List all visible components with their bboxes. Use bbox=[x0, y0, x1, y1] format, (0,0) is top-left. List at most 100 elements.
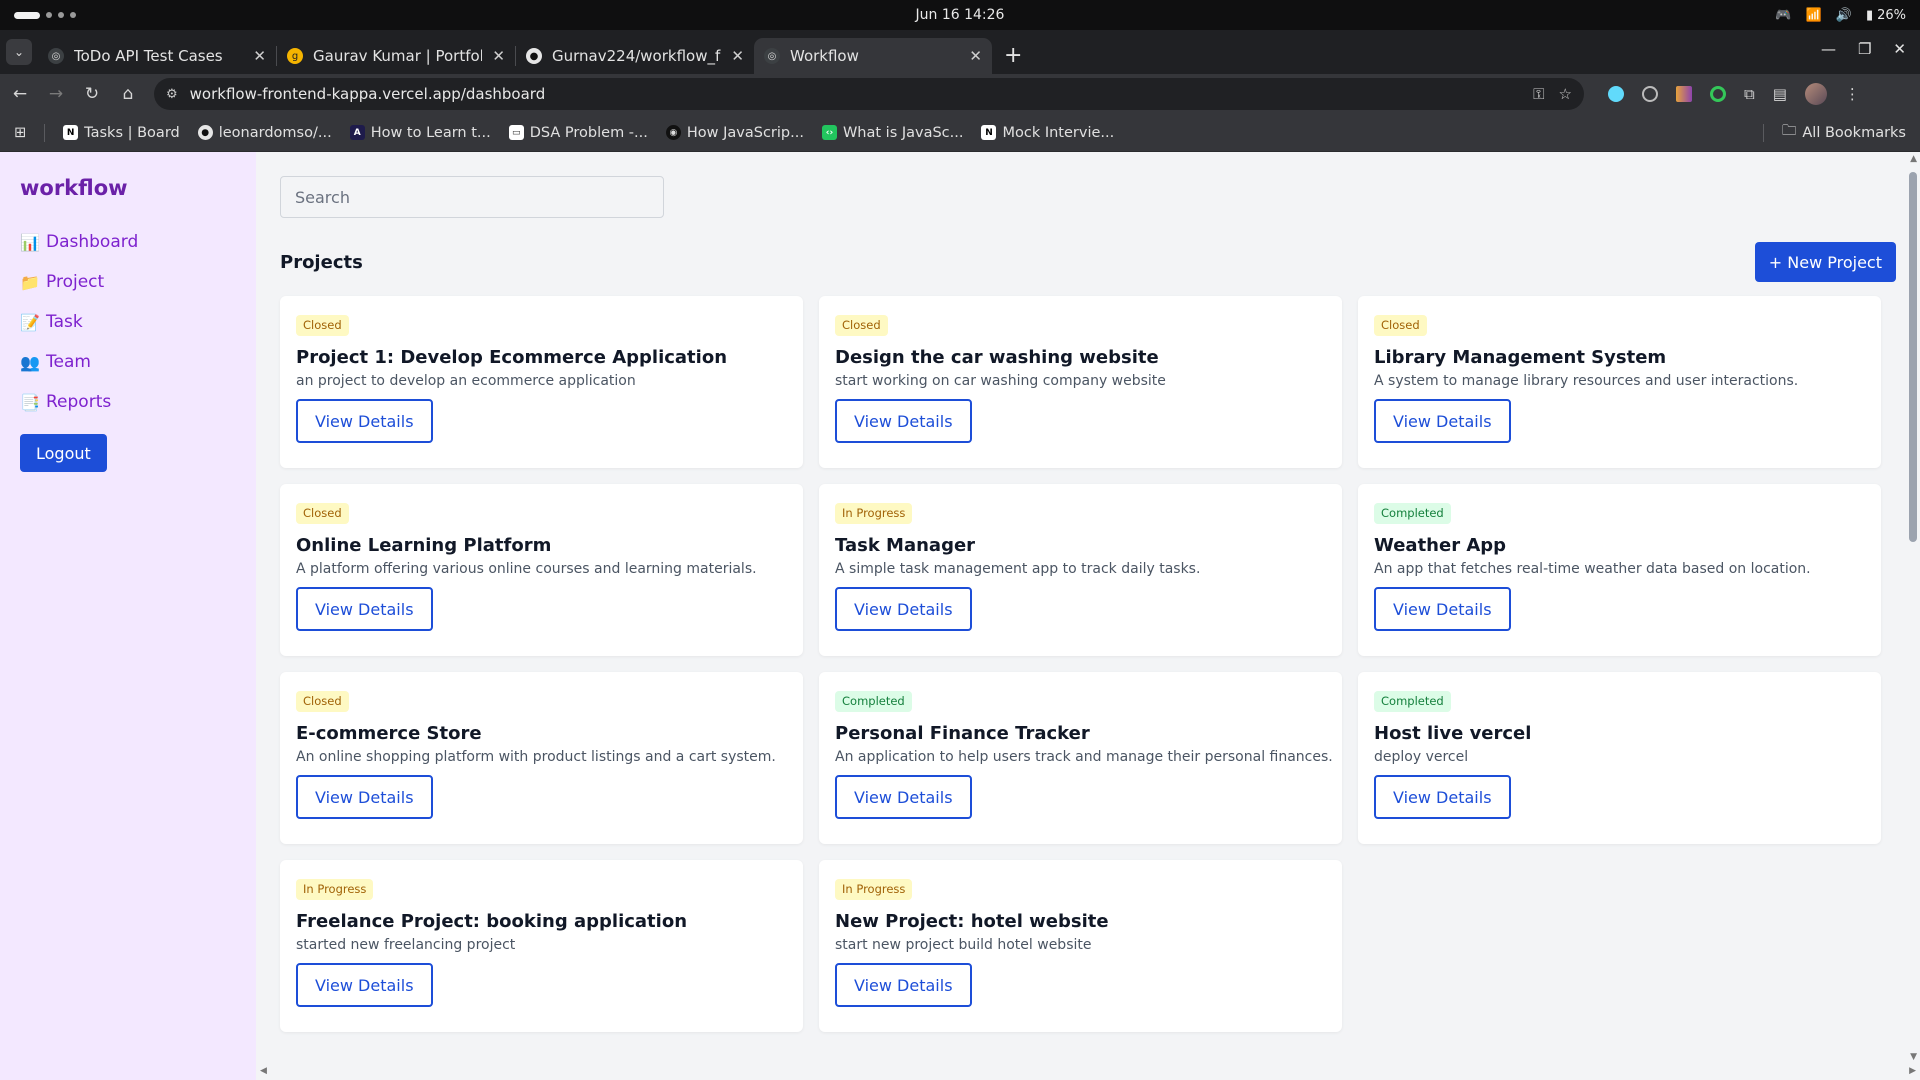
brand-logo[interactable]: workflow bbox=[20, 176, 236, 200]
logout-button[interactable]: Logout bbox=[20, 434, 107, 472]
forward-arrow-icon[interactable]: → bbox=[46, 84, 66, 104]
view-details-button[interactable]: View Details bbox=[296, 775, 433, 819]
bookmark-item[interactable]: ● leonardomso/... bbox=[197, 125, 332, 141]
tab-search-button[interactable]: ⌄ bbox=[6, 39, 32, 65]
side-panel-icon[interactable]: ▤ bbox=[1773, 85, 1787, 103]
scroll-up-icon[interactable]: ▲ bbox=[1910, 154, 1917, 164]
view-details-button[interactable]: View Details bbox=[296, 399, 433, 443]
view-details-button[interactable]: View Details bbox=[835, 775, 972, 819]
sidebar-item-team[interactable]: 👥 Team bbox=[20, 342, 236, 382]
scrollbar-thumb[interactable] bbox=[1909, 172, 1917, 542]
discord-icon[interactable]: 🎮 bbox=[1775, 8, 1791, 23]
browser-tab[interactable]: ◎ ToDo API Test Cases ✕ bbox=[38, 38, 276, 74]
extension-color-icon[interactable] bbox=[1676, 86, 1692, 102]
profile-avatar[interactable] bbox=[1804, 83, 1827, 105]
scroll-right-icon[interactable]: ▶ bbox=[1909, 1066, 1916, 1076]
tab-title: Gurnav224/workflow_fro bbox=[552, 47, 722, 65]
close-icon[interactable]: ✕ bbox=[731, 47, 744, 65]
bookmark-divider bbox=[1762, 123, 1764, 142]
volume-icon[interactable]: 🔊 bbox=[1836, 8, 1852, 23]
extension-circle-icon[interactable] bbox=[1642, 86, 1658, 102]
scroll-down-icon[interactable]: ▼ bbox=[1910, 1052, 1917, 1062]
people-icon: 👥 bbox=[20, 352, 40, 372]
sidebar: workflow 📊 Dashboard 📁 Project 📝 Task 👥 Team… bbox=[0, 152, 256, 1080]
project-description: started new freelancing project bbox=[296, 937, 516, 953]
view-details-button[interactable]: View Details bbox=[296, 963, 433, 1007]
workspace-indicator[interactable] bbox=[14, 11, 76, 19]
project-title: Personal Finance Tracker bbox=[835, 723, 1090, 744]
project-card: Closed Library Management System A system … bbox=[1358, 296, 1881, 468]
view-details-button[interactable]: View Details bbox=[835, 399, 972, 443]
project-card: Completed Personal Finance Tracker An appl… bbox=[819, 672, 1342, 844]
sidebar-item-reports[interactable]: 📑 Reports bbox=[20, 382, 236, 422]
puzzle-icon[interactable]: ⧉ bbox=[1744, 85, 1755, 103]
view-details-button[interactable]: View Details bbox=[1374, 775, 1511, 819]
close-icon[interactable]: ✕ bbox=[492, 47, 505, 65]
close-icon[interactable]: ✕ bbox=[253, 47, 266, 65]
plus-icon: + bbox=[1004, 43, 1023, 68]
vertical-scrollbar[interactable]: ▲ ▼ bbox=[1904, 152, 1920, 1064]
close-icon[interactable]: ✕ bbox=[969, 47, 982, 65]
project-title: Online Learning Platform bbox=[296, 535, 552, 556]
key-icon[interactable]: ⚿ bbox=[1533, 85, 1544, 103]
bookmark-label: DSA Problem -... bbox=[529, 124, 648, 141]
bookmark-item[interactable]: ◉ How JavaScrip... bbox=[665, 125, 804, 141]
wifi-icon[interactable]: 📶 bbox=[1806, 8, 1822, 23]
project-title: Host live vercel bbox=[1374, 723, 1532, 744]
back-arrow-icon[interactable]: ← bbox=[10, 84, 30, 104]
url-text[interactable]: workflow-frontend-kappa.vercel.app/dashb… bbox=[190, 85, 1521, 103]
site-settings-icon[interactable]: ⚙ bbox=[166, 87, 178, 102]
sidebar-item-dashboard[interactable]: 📊 Dashboard bbox=[20, 222, 236, 262]
project-description: A simple task management app to track da… bbox=[835, 561, 1201, 577]
battery-indicator[interactable]: ▮ 26% bbox=[1866, 8, 1906, 23]
bookmark-item[interactable]: ‹› What is JavaSc... bbox=[821, 125, 963, 141]
bookmark-item[interactable]: N Mock Intervie... bbox=[981, 125, 1114, 141]
project-title: Task Manager bbox=[835, 535, 976, 556]
view-details-button[interactable]: View Details bbox=[296, 587, 433, 631]
new-project-button[interactable]: + New Project bbox=[1754, 242, 1896, 282]
project-description: start new project build hotel website bbox=[835, 937, 1092, 953]
project-card: In Progress Task Manager A simple task man… bbox=[819, 484, 1342, 656]
project-description: An application to help users track and m… bbox=[835, 749, 1333, 765]
star-icon[interactable]: ☆ bbox=[1559, 85, 1572, 103]
bookmark-item[interactable]: A How to Learn t... bbox=[349, 125, 491, 141]
sidebar-item-label: Reports bbox=[46, 392, 112, 412]
status-badge: In Progress bbox=[296, 879, 374, 900]
all-bookmarks-button[interactable]: 🗀 All Bookmarks bbox=[1782, 120, 1906, 145]
project-description: An app that fetches real-time weather da… bbox=[1374, 561, 1811, 577]
reload-icon[interactable]: ↻ bbox=[82, 84, 102, 104]
extension-green-icon[interactable] bbox=[1710, 86, 1726, 102]
status-badge: Closed bbox=[296, 691, 349, 712]
bookmark-item[interactable]: N Tasks | Board bbox=[63, 125, 180, 141]
project-description: A platform offering various online cours… bbox=[296, 561, 757, 577]
close-window-icon[interactable]: ✕ bbox=[1893, 40, 1906, 58]
apps-grid-icon[interactable]: ⊞ bbox=[14, 125, 26, 141]
horizontal-scrollbar[interactable]: ◀ ▶ bbox=[256, 1064, 1920, 1080]
globe-icon: ◎ bbox=[764, 48, 780, 64]
home-icon[interactable]: ⌂ bbox=[118, 84, 138, 104]
scroll-left-icon[interactable]: ◀ bbox=[260, 1066, 267, 1076]
sidebar-item-task[interactable]: 📝 Task bbox=[20, 302, 236, 342]
sidebar-item-label: Dashboard bbox=[46, 232, 139, 252]
view-details-button[interactable]: View Details bbox=[835, 963, 972, 1007]
minimize-icon[interactable]: — bbox=[1821, 40, 1836, 58]
browser-tab-active[interactable]: ◎ Workflow ✕ bbox=[754, 38, 992, 74]
project-card: Completed Weather App An app that fetches … bbox=[1358, 484, 1881, 656]
new-tab-button[interactable]: + bbox=[1004, 43, 1022, 68]
os-clock[interactable]: Jun 16 14:26 bbox=[916, 7, 1005, 23]
browser-tab[interactable]: ● Gurnav224/workflow_fro ✕ bbox=[516, 38, 754, 74]
sidebar-item-label: Project bbox=[46, 272, 105, 292]
memo-icon: 📝 bbox=[20, 312, 40, 332]
bookmark-item[interactable]: ▭ DSA Problem -... bbox=[508, 124, 648, 141]
maximize-icon[interactable]: ❐ bbox=[1858, 40, 1871, 58]
sidebar-item-project[interactable]: 📁 Project bbox=[20, 262, 236, 302]
react-devtools-icon[interactable] bbox=[1608, 86, 1624, 102]
search-input[interactable] bbox=[280, 176, 664, 218]
view-details-button[interactable]: View Details bbox=[1374, 399, 1511, 443]
address-bar[interactable]: ⚙ workflow-frontend-kappa.vercel.app/das… bbox=[154, 78, 1584, 110]
view-details-button[interactable]: View Details bbox=[1374, 587, 1511, 631]
chart-icon: 📊 bbox=[20, 232, 40, 252]
view-details-button[interactable]: View Details bbox=[835, 587, 972, 631]
kebab-menu-icon[interactable]: ⋮ bbox=[1845, 85, 1860, 103]
browser-tab[interactable]: g Gaurav Kumar | Portfolio ✕ bbox=[277, 38, 515, 74]
